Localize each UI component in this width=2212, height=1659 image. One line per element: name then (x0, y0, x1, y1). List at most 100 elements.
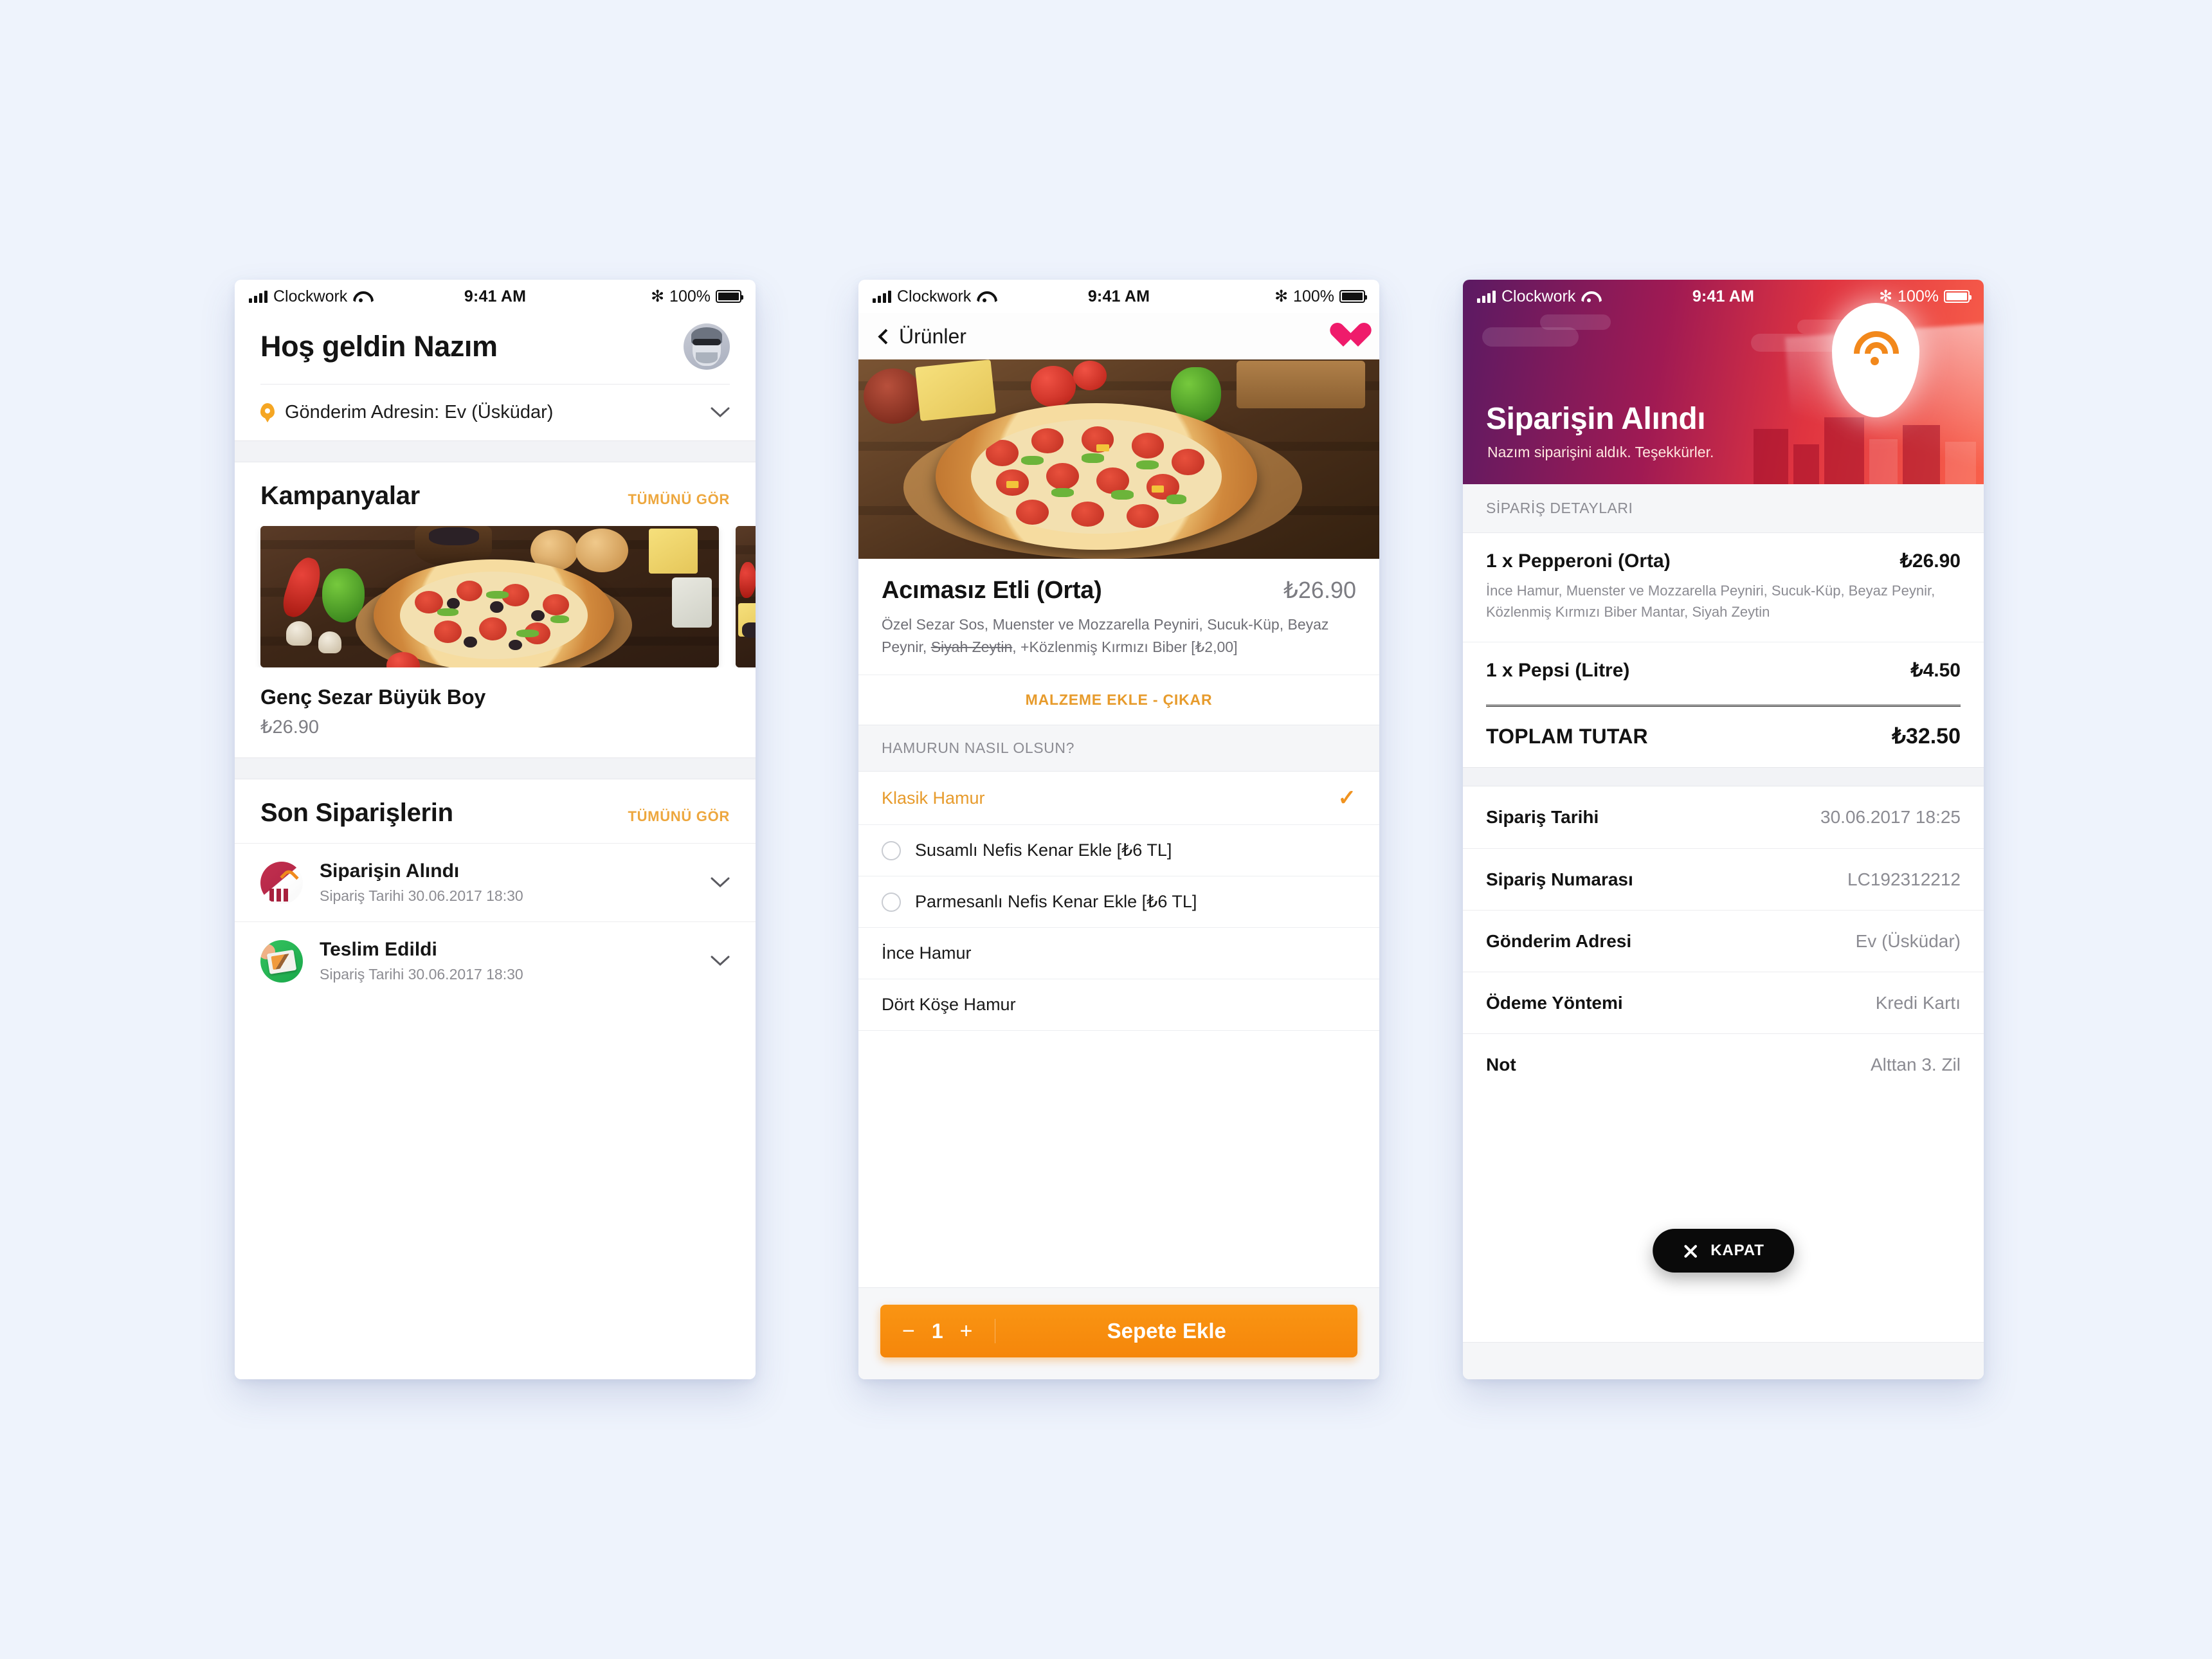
meta-row-note: Not Alttan 3. Zil (1463, 1033, 1984, 1095)
product-price: ₺26.90 (1283, 577, 1356, 603)
wifi-icon (977, 291, 992, 302)
greeting-row: Hoş geldin Nazım (235, 313, 756, 384)
decrement-button[interactable]: − (902, 1319, 915, 1344)
campaign-product-price: ₺26.90 (260, 717, 320, 738)
campaigns-header: Kampanyalar TÜMÜNÜ GÖR (235, 462, 756, 526)
recent-orders-title: Son Siparişlerin (260, 799, 453, 827)
add-to-cart-bar: − 1 + Sepete Ekle (858, 1287, 1379, 1379)
back-button-label: Ürünler (899, 324, 966, 348)
meta-value: Kredi Kartı (1875, 992, 1961, 1013)
carrier-label: Clockwork (1501, 287, 1576, 305)
battery-percent-label: 100% (1898, 287, 1939, 305)
campaign-image (736, 526, 756, 667)
order-total-label: TOPLAM TUTAR (1486, 725, 1648, 748)
order-item-description: İnce Hamur, Muenster ve Mozzarella Peyni… (1486, 583, 1936, 620)
check-icon: ✓ (1337, 786, 1357, 810)
battery-icon (1339, 290, 1367, 303)
meta-value: LC192312212 (1847, 869, 1961, 889)
footer-strip (1463, 1342, 1984, 1379)
wifi-icon (353, 291, 368, 302)
add-remove-ingredients-link[interactable]: MALZEME EKLE - ÇIKAR (858, 675, 1379, 725)
increment-button[interactable]: + (960, 1319, 973, 1344)
description-removed-ingredient: Siyah Zeytin (930, 638, 1013, 655)
meta-key: Sipariş Tarihi (1486, 807, 1599, 827)
carrier-label: Clockwork (273, 287, 348, 305)
product-header: Acımasız Etli (Orta) ₺26.90 (858, 559, 1379, 611)
meta-value: Alttan 3. Zil (1870, 1054, 1961, 1074)
dough-option-classic[interactable]: Klasik Hamur ✓ (858, 772, 1379, 825)
signal-bars-icon (249, 290, 267, 303)
order-date-label: Sipariş Tarihi 30.06.2017 18:30 (320, 887, 523, 904)
order-total-value: ₺32.50 (1892, 724, 1961, 748)
meta-row-payment-method: Ödeme Yöntemi Kredi Kartı (1463, 972, 1984, 1033)
dough-option-parmesan-crust[interactable]: Parmesanlı Nefis Kenar Ekle [₺6 TL] (858, 876, 1379, 928)
status-bar: Clockwork 9:41 AM ✻ 100% (1463, 280, 1984, 313)
order-details-label: SİPARİŞ DETAYLARI (1463, 484, 1984, 533)
battery-percent-label: 100% (1293, 287, 1334, 305)
order-item-name: 1 x Pepsi (Litre) (1486, 660, 1630, 681)
campaigns-see-all-link[interactable]: TÜMÜNÜ GÖR (628, 491, 730, 508)
confirmation-title: Siparişin Alındı (1486, 402, 1706, 436)
quantity-value: 1 (931, 1319, 943, 1343)
status-bar: Clockwork 9:41 AM ✻ 100% (858, 280, 1379, 313)
back-button[interactable]: Ürünler (878, 324, 966, 349)
radio-icon[interactable] (882, 840, 901, 860)
meta-key: Gönderim Adresi (1486, 930, 1632, 951)
battery-icon (1944, 290, 1972, 303)
battery-percent-label: 100% (669, 287, 711, 305)
order-total-row: TOPLAM TUTAR ₺32.50 (1463, 707, 1984, 767)
campaign-card[interactable] (260, 526, 719, 667)
dough-option-thin[interactable]: İnce Hamur (858, 928, 1379, 979)
quantity-stepper[interactable]: − 1 + (880, 1319, 995, 1344)
dough-option-sesame-crust[interactable]: Susamlı Nefis Kenar Ekle [₺6 TL] (858, 825, 1379, 876)
delivery-address-selector[interactable]: Gönderim Adresin: Ev (Üsküdar) (235, 385, 756, 440)
product-description: Özel Sezar Sos, Muenster ve Mozzarella P… (858, 611, 1379, 675)
dough-option-square[interactable]: Dört Köşe Hamur (858, 979, 1379, 1031)
dough-option-label: Parmesanlı Nefis Kenar Ekle [₺6 TL] (915, 892, 1197, 911)
campaign-carousel[interactable] (235, 526, 756, 667)
dough-option-label: Susamlı Nefis Kenar Ekle [₺6 TL] (915, 840, 1172, 860)
dough-group-title: HAMURUN NASIL OLSUN? (858, 725, 1379, 772)
order-item-price: ₺26.90 (1899, 550, 1961, 572)
chevron-down-icon[interactable] (711, 956, 730, 967)
battery-icon (716, 290, 743, 303)
meta-value: 30.06.2017 18:25 (1820, 807, 1961, 827)
bluetooth-icon: ✻ (1879, 287, 1893, 305)
dough-option-label: Dört Köşe Hamur (882, 995, 1016, 1014)
list-item[interactable]: Siparişin Alındı Sipariş Tarihi 30.06.20… (235, 843, 756, 921)
page-title: Hoş geldin Nazım (260, 330, 498, 363)
order-received-icon (260, 861, 303, 904)
home-scroll-area[interactable]: Hoş geldin Nazım Gönderim Adresin: Ev (Ü… (235, 313, 756, 1379)
order-delivered-icon (260, 939, 303, 983)
meta-row-order-number: Sipariş Numarası LC192312212 (1463, 848, 1984, 910)
campaigns-title: Kampanyalar (260, 482, 420, 510)
section-gap (1463, 767, 1984, 786)
chevron-down-icon[interactable] (711, 877, 730, 889)
avatar[interactable] (684, 323, 730, 370)
campaign-card[interactable] (736, 526, 756, 667)
signal-bars-icon (873, 290, 891, 303)
product-hero-image (858, 359, 1379, 559)
dough-option-label: İnce Hamur (882, 943, 972, 963)
radio-icon[interactable] (882, 892, 901, 912)
delivery-address-label: Gönderim Adresin: Ev (Üsküdar) (285, 402, 554, 422)
chevron-down-icon[interactable] (711, 407, 730, 419)
navigation-bar: Ürünler (858, 313, 1379, 359)
recent-orders-see-all-link[interactable]: TÜMÜNÜ GÖR (628, 808, 730, 825)
add-to-cart-button[interactable]: − 1 + Sepete Ekle (880, 1305, 1357, 1357)
bluetooth-icon: ✻ (1274, 287, 1289, 305)
campaign-product-name: Genç Sezar Büyük Boy (260, 685, 486, 709)
meta-key: Ödeme Yöntemi (1486, 992, 1623, 1013)
recent-orders-header: Son Siparişlerin TÜMÜNÜ GÖR (235, 779, 756, 843)
order-item-name: 1 x Pepperoni (Orta) (1486, 550, 1671, 572)
close-button[interactable]: KAPAT (1653, 1229, 1794, 1273)
order-details-area[interactable]: SİPARİŞ DETAYLARI 1 x Pepperoni (Orta) ₺… (1463, 484, 1984, 1342)
product-scroll-area[interactable]: Acımasız Etli (Orta) ₺26.90 Özel Sezar S… (858, 359, 1379, 1287)
order-date-label: Sipariş Tarihi 30.06.2017 18:30 (320, 966, 523, 983)
order-status-label: Teslim Edildi (320, 939, 437, 960)
phone-screen-home: Clockwork 9:41 AM ✻ 100% Hoş geldin Nazı… (235, 280, 756, 1379)
chevron-left-icon (878, 328, 894, 345)
list-item[interactable]: Teslim Edildi Sipariş Tarihi 30.06.2017 … (235, 921, 756, 1000)
heart-icon[interactable] (1329, 323, 1357, 349)
order-confirmation-banner: Clockwork 9:41 AM ✻ 100% Siparişin Alınd… (1463, 280, 1984, 484)
